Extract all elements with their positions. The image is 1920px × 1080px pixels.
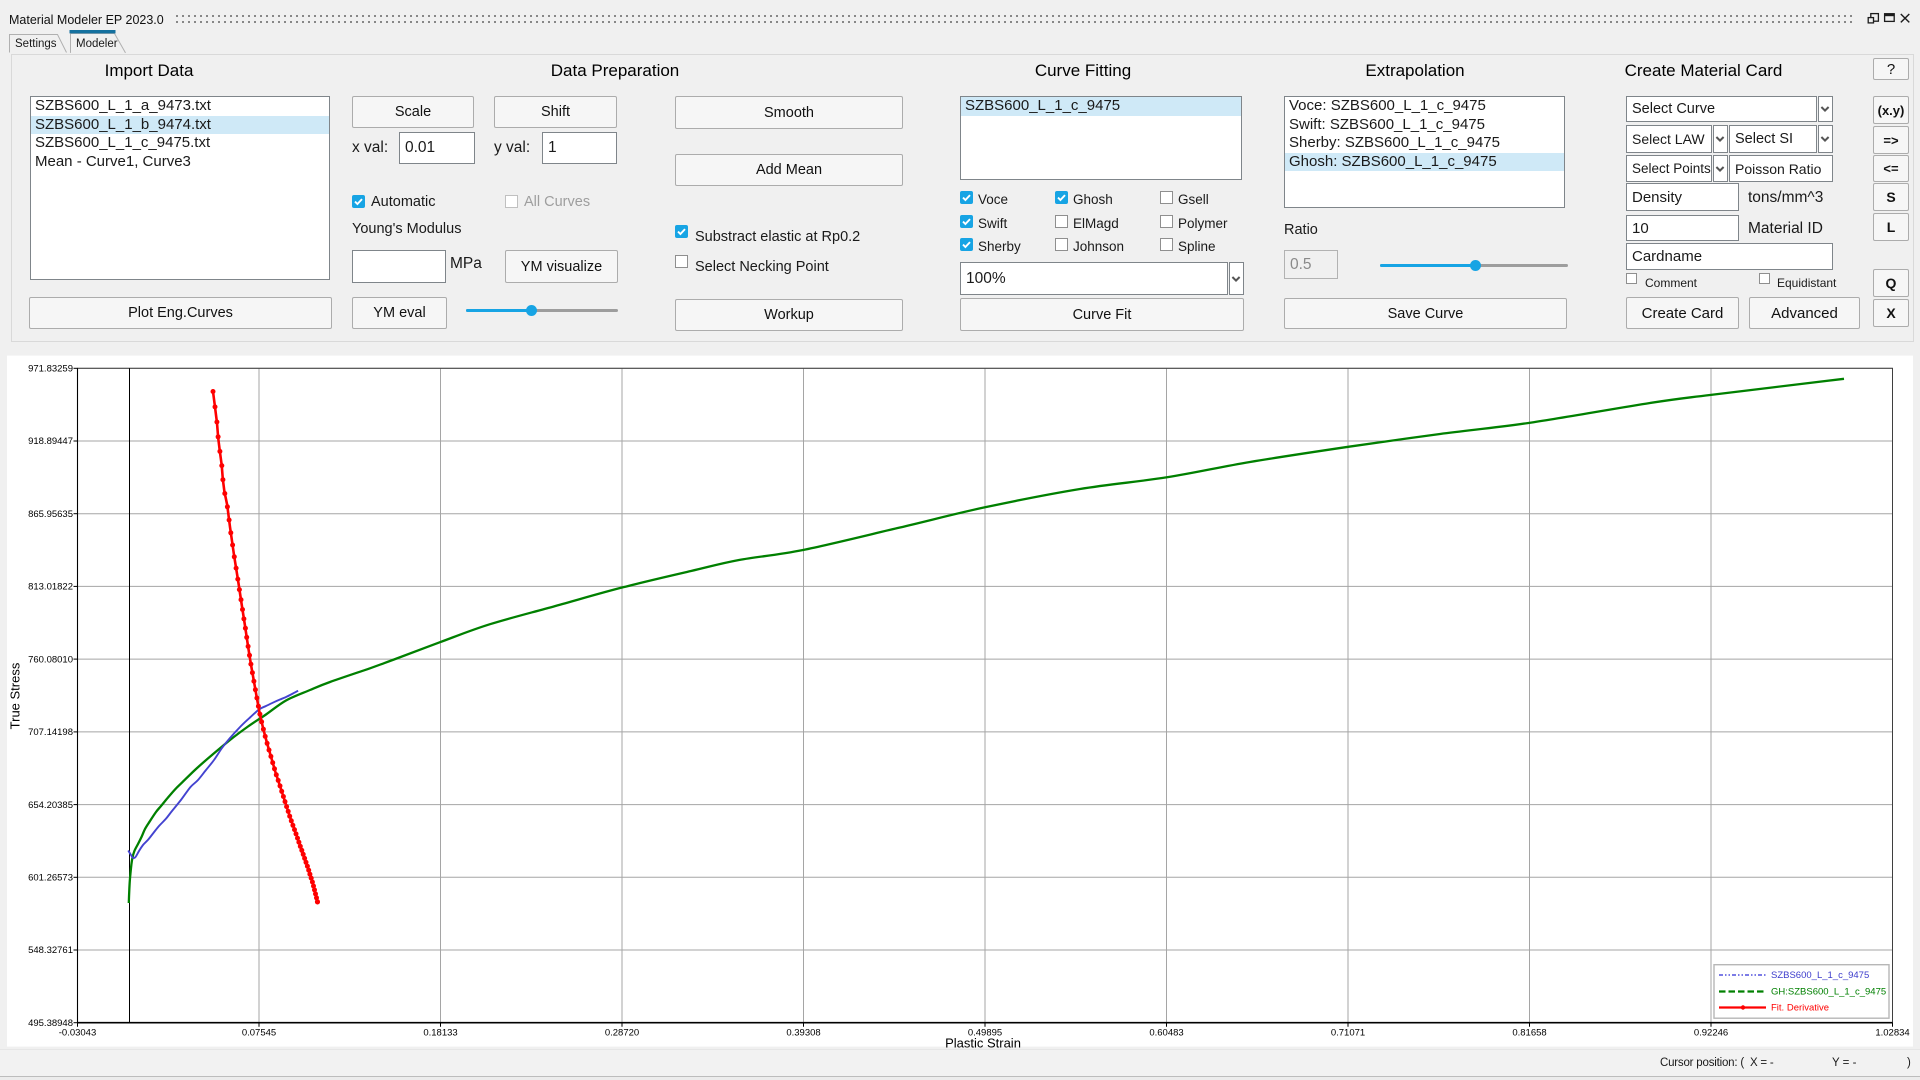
svg-text:707.14198: 707.14198: [28, 727, 73, 738]
svg-text:654.20385: 654.20385: [28, 800, 73, 811]
svg-text:918.89447: 918.89447: [28, 436, 73, 447]
svg-text:0.60483: 0.60483: [1149, 1028, 1183, 1039]
svg-text:Fit. Derivative: Fit. Derivative: [1771, 1003, 1829, 1014]
svg-text:-0.03043: -0.03043: [59, 1028, 97, 1039]
svg-text:0.07545: 0.07545: [242, 1028, 276, 1039]
svg-text:Modeler: Modeler: [76, 38, 118, 50]
svg-text:0.28720: 0.28720: [605, 1028, 639, 1039]
svg-text:865.95635: 865.95635: [28, 509, 73, 520]
svg-text:GH:SZBS600_L_1_c_9475: GH:SZBS600_L_1_c_9475: [1771, 987, 1886, 998]
svg-text:SZBS600_L_1_c_9475: SZBS600_L_1_c_9475: [1771, 970, 1869, 981]
svg-text:0.81658: 0.81658: [1512, 1028, 1546, 1039]
svg-text:Settings: Settings: [15, 38, 57, 50]
svg-text:548.32761: 548.32761: [28, 945, 73, 956]
svg-text:0.18133: 0.18133: [423, 1028, 457, 1039]
svg-text:0.39308: 0.39308: [786, 1028, 820, 1039]
svg-text:813.01822: 813.01822: [28, 582, 73, 593]
svg-text:1.02834: 1.02834: [1875, 1028, 1909, 1039]
svg-text:0.71071: 0.71071: [1331, 1028, 1365, 1039]
svg-text:True Stress: True Stress: [8, 662, 23, 729]
svg-text:601.26573: 601.26573: [28, 873, 73, 884]
svg-text:0.92246: 0.92246: [1694, 1028, 1728, 1039]
svg-text:Plastic Strain: Plastic Strain: [945, 1035, 1021, 1048]
svg-text:760.08010: 760.08010: [28, 654, 73, 665]
svg-text:971.83259: 971.83259: [28, 364, 73, 375]
